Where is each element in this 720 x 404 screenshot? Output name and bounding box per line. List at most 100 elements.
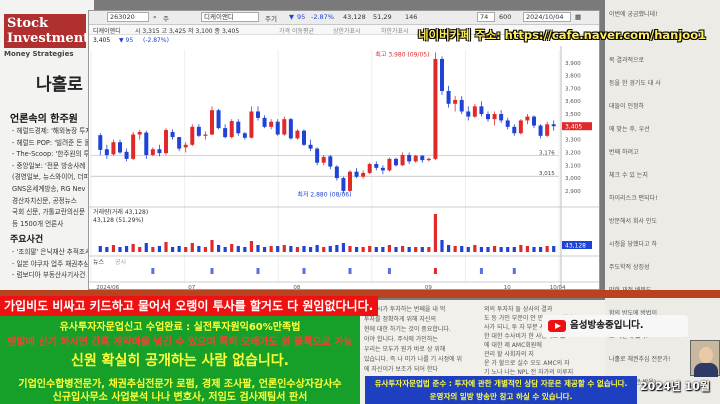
stock-code-input[interactable]: 263020: [107, 12, 149, 22]
volume-bar: [98, 246, 102, 252]
price-tick: 3,200: [565, 150, 581, 156]
volume-bar: [407, 247, 411, 252]
candle-body: [394, 158, 398, 166]
legend-rate: (-2.87%): [143, 37, 169, 44]
candle-body: [282, 119, 287, 135]
volume-bar: [197, 246, 201, 252]
disclaimer-line-1: 유사투자자문업법 준수 : 투자에 관한 개별적인 상담 자문은 제공할 수 없…: [374, 379, 628, 388]
volume-bar: [499, 247, 503, 252]
candle-body: [505, 120, 510, 127]
chart-stock-label: 디케이앤디: [93, 28, 121, 35]
candle-body: [525, 116, 530, 121]
candle-body: [302, 130, 306, 145]
candle-body: [242, 133, 247, 138]
volume-bar: [525, 246, 530, 252]
volume-bar: [322, 247, 326, 252]
legend-change: ▼ 95: [119, 37, 134, 44]
disclaimer-banner: 유사투자자문업법 준수 : 투자에 관한 개별적인 상담 자문은 제공할 수 없…: [365, 376, 637, 404]
candle-body: [321, 156, 326, 163]
volume-bar: [440, 240, 444, 252]
price-tick: 3,900: [565, 61, 581, 67]
news-type-label: 공시: [115, 259, 126, 266]
volume-bar: [545, 246, 549, 252]
volume-bar: [453, 246, 457, 252]
candle-body: [380, 167, 385, 171]
list-item: - 중앙일보: '전문 방송사례: [12, 161, 86, 170]
low-label: 최저 2,880 (08/06): [297, 190, 351, 198]
article-text: 외의 투자자 들 상사의 결과: [484, 306, 553, 313]
magazine-item-list-2: - '조희팔' 은닉재산 추적조사 - 일본 야쿠자 업주 채권추심 - 럼보디…: [12, 247, 94, 282]
candle-body: [334, 166, 339, 179]
candle-body: [354, 171, 359, 177]
news-marker: [302, 268, 306, 274]
date-field[interactable]: 2024/10/04: [523, 12, 571, 22]
candle-body: [551, 124, 556, 127]
volume-bar: [157, 246, 162, 252]
volume-bar: [256, 245, 260, 252]
volume-bar: [190, 243, 194, 252]
candle-body: [472, 106, 477, 117]
candle-body: [440, 58, 444, 91]
list-item: 경산자치신문, 공정뉴스: [12, 196, 77, 205]
paper-text: 번째 하려고: [609, 149, 639, 156]
candle-body: [400, 155, 405, 166]
paper-text: 대들이 인정하: [609, 103, 645, 110]
volume-bar: [387, 245, 392, 252]
volume-bar: [374, 247, 378, 252]
candle-count-field[interactable]: 74: [477, 12, 495, 22]
candle-body: [288, 119, 293, 139]
price-change: 95: [297, 13, 306, 21]
candle-body: [203, 134, 208, 136]
volume-bar: [400, 246, 405, 252]
moving-average-label[interactable]: 가격 이동평균: [279, 26, 314, 35]
period-label: 주기: [265, 15, 277, 23]
candle-body: [407, 155, 412, 162]
candle-body: [98, 135, 103, 150]
candle-body: [111, 142, 116, 155]
list-item: - The-Scoop: '한주원의 투: [12, 150, 90, 159]
candle-body: [328, 156, 333, 167]
news-label: 뉴스: [93, 259, 105, 266]
volume-bar: [243, 247, 247, 252]
candle-body: [150, 149, 155, 156]
volume-bar: [381, 247, 385, 252]
price-tick: 3,800: [565, 74, 581, 80]
volume-bar: [111, 245, 116, 252]
banner-line-1: 유사투자자문업신고 수업완료 : 실전투자원익60%만족법: [59, 322, 301, 333]
lower-limit-toggle[interactable]: 하한가표시: [381, 26, 409, 35]
candle-body: [315, 148, 320, 163]
article-text: 에 자신이가 보조가 되어 한다: [364, 366, 438, 373]
candle-body: [190, 126, 195, 145]
price-change-arrow: ▼: [289, 13, 294, 21]
candle-body: [426, 158, 431, 161]
candle-body: [545, 124, 550, 136]
red-banner: 가입비도 비싸고 키드하고 물어서 오랭이 투사를 할거도 다 원임없다니다.: [0, 296, 378, 316]
article-text: 우리는 모두가 뭔가 바로 상 위해: [364, 346, 446, 353]
calendar-icon[interactable]: ▦: [575, 13, 581, 21]
volume-bar: [269, 246, 273, 252]
paper-text: 시청을 당했다고 하: [609, 241, 657, 248]
volume-bar: [302, 246, 306, 252]
period-type[interactable]: 주: [163, 13, 169, 23]
candle-body: [433, 58, 438, 159]
candle-body: [229, 121, 234, 138]
volume-bar: [473, 245, 477, 252]
volume-bar: [315, 245, 319, 252]
search-icon[interactable]: ⌕: [153, 13, 157, 22]
price-tick: 3,300: [565, 138, 581, 144]
news-marker: [256, 268, 260, 274]
volume-bar: [164, 242, 168, 252]
volume-bar: [348, 246, 352, 252]
volume-bar: [460, 246, 464, 252]
stock-chart-window: 263020 ⌕ 주 디케이앤디 주기 ▼ 95 -2.87% 43,128 5…: [88, 10, 600, 290]
price-tick: 3,000: [565, 176, 581, 182]
volume-bar: [230, 244, 234, 252]
candle-body: [486, 114, 490, 120]
upper-limit-toggle[interactable]: 상한가표시: [333, 26, 361, 35]
volume-bar: [138, 247, 142, 252]
paper-text: 체크 수 있 는지: [609, 172, 648, 179]
price-tick: 3,500: [565, 112, 581, 118]
candle-body: [492, 114, 497, 120]
stock-name-field[interactable]: 디케이앤디: [201, 12, 259, 22]
volume-bar: [308, 247, 313, 252]
